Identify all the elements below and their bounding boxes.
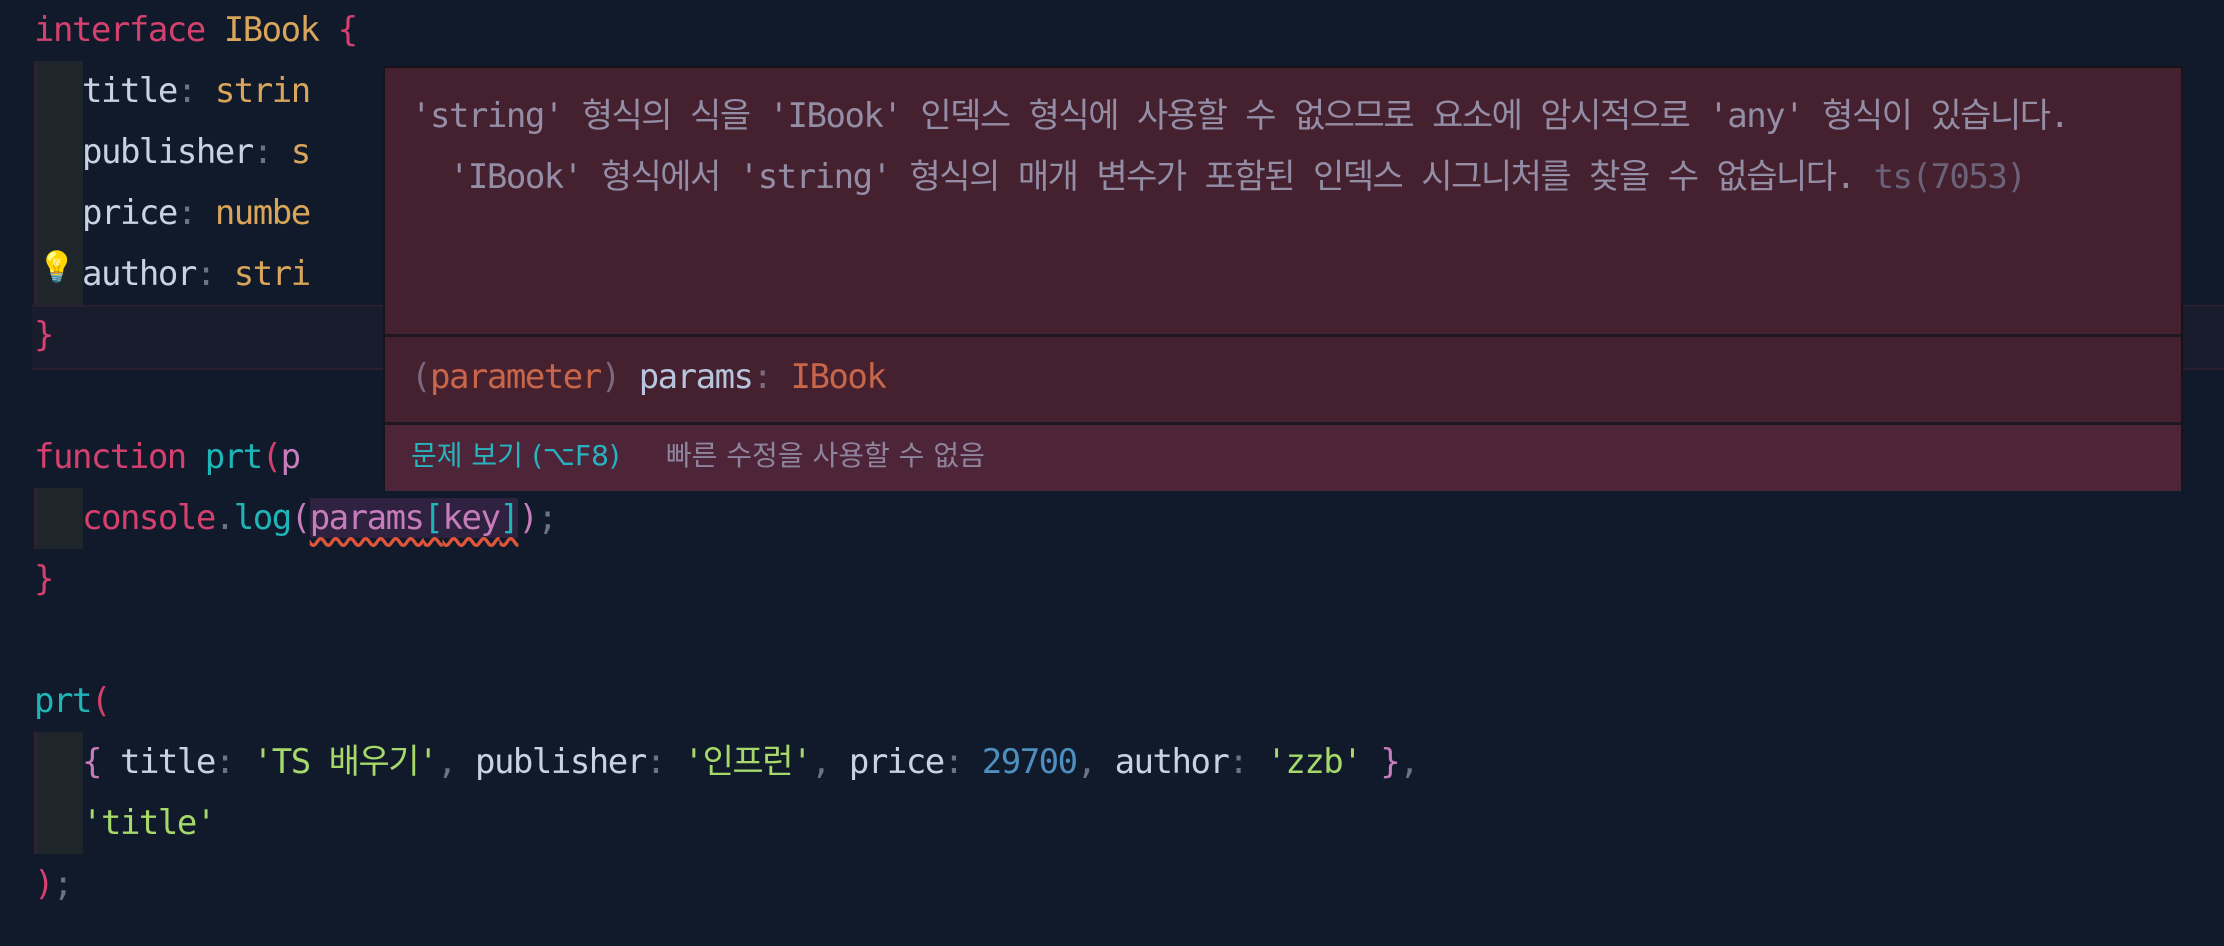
hover-tooltip: 'string' 형식의 식을 'IBook' 인덱스 형식에 사용할 수 없으… (383, 66, 2183, 491)
error-message: 'string' 형식의 식을 'IBook' 인덱스 형식에 사용할 수 없으… (411, 96, 2070, 197)
type-signature: (parameter) params: IBook (385, 334, 2181, 422)
code-line-6: } (34, 315, 54, 355)
code-line-9: console.log(params[key]); (82, 498, 558, 538)
tooltip-actions: 문제 보기 (⌥F8) 빠른 수정을 사용할 수 없음 (385, 422, 2181, 491)
view-problem-link[interactable]: 문제 보기 (⌥F8) (411, 439, 620, 472)
error-code: ts(7053) (1873, 157, 2027, 197)
code-line-5: author: stri (82, 254, 311, 294)
indent-guide (34, 183, 83, 244)
code-line-14: 'title' (82, 803, 216, 843)
indent-guide (34, 488, 83, 549)
indent-guide (34, 122, 83, 183)
code-line-4: price: numbe (82, 193, 311, 233)
indent-guide (34, 793, 83, 854)
code-line-3: publisher: s (82, 132, 311, 172)
code-line-8: function prt(p (34, 437, 301, 477)
code-line-10: } (34, 559, 54, 599)
code-line-15: ); (34, 864, 73, 904)
indent-guide (34, 732, 83, 793)
error-expression[interactable]: params[key] (309, 498, 520, 538)
lightbulb-icon[interactable]: 💡 (38, 250, 75, 285)
no-quick-fix-label: 빠른 수정을 사용할 수 없음 (665, 439, 985, 472)
code-line-2: title: strin (82, 71, 311, 111)
code-line-1: interface IBook { (34, 10, 358, 50)
code-line-12: prt( (34, 681, 111, 721)
code-line-13: { title: 'TS 배우기', publisher: '인프런', pri… (82, 742, 1420, 782)
indent-guide (34, 61, 83, 122)
